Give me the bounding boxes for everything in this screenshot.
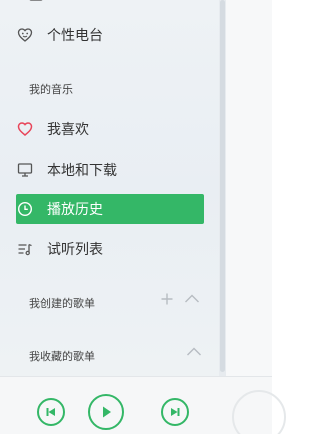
playlist-icon xyxy=(16,240,34,258)
radio-icon xyxy=(16,26,34,44)
sidebar-item-label: 试听列表 xyxy=(47,241,103,257)
add-playlist-icon[interactable] xyxy=(160,292,174,311)
sidebar-item-radio[interactable]: 个性电台 xyxy=(16,20,204,50)
sidebar-item-play-history[interactable]: 播放历史 xyxy=(16,194,204,224)
sidebar-item-label: 个性电台 xyxy=(47,27,103,43)
heart-icon xyxy=(16,120,34,138)
decorative-ring xyxy=(232,390,286,434)
my-music-section-title: 我的音乐 xyxy=(29,84,73,96)
sidebar-item-favorites[interactable]: 我喜欢 xyxy=(16,114,204,144)
sidebar-item-label: 我喜欢 xyxy=(47,121,89,137)
sidebar: 个性电台 我的音乐 我喜欢 本地和下载 播放历史 试听列表 我创建的歌单 我收藏… xyxy=(0,0,220,376)
collected-playlists-title: 我收藏的歌单 xyxy=(29,351,95,363)
chevron-up-icon[interactable] xyxy=(184,292,200,311)
partial-icon-top xyxy=(29,0,43,1)
chevron-up-icon[interactable] xyxy=(186,345,202,364)
next-track-icon xyxy=(171,408,180,416)
sidebar-item-label: 本地和下载 xyxy=(47,162,117,178)
sidebar-item-label: 播放历史 xyxy=(47,201,103,217)
music-app: 个性电台 我的音乐 我喜欢 本地和下载 播放历史 试听列表 我创建的歌单 我收藏… xyxy=(0,0,286,434)
main-content xyxy=(226,0,272,376)
player-bar xyxy=(0,376,272,434)
created-playlists-actions xyxy=(160,292,200,311)
clock-icon xyxy=(16,200,34,218)
next-track-button[interactable] xyxy=(161,398,189,426)
created-playlists-title: 我创建的歌单 xyxy=(29,298,95,310)
previous-track-button[interactable] xyxy=(37,398,65,426)
play-icon xyxy=(103,406,111,418)
previous-track-icon xyxy=(46,408,55,416)
scrollbar-thumb[interactable] xyxy=(220,0,225,372)
collected-playlists-actions xyxy=(186,345,202,364)
play-button[interactable] xyxy=(88,394,124,430)
sidebar-item-trial-list[interactable]: 试听列表 xyxy=(16,234,204,264)
monitor-icon xyxy=(16,161,34,179)
sidebar-item-local-download[interactable]: 本地和下载 xyxy=(16,155,204,185)
sidebar-scrollbar[interactable] xyxy=(219,0,226,376)
